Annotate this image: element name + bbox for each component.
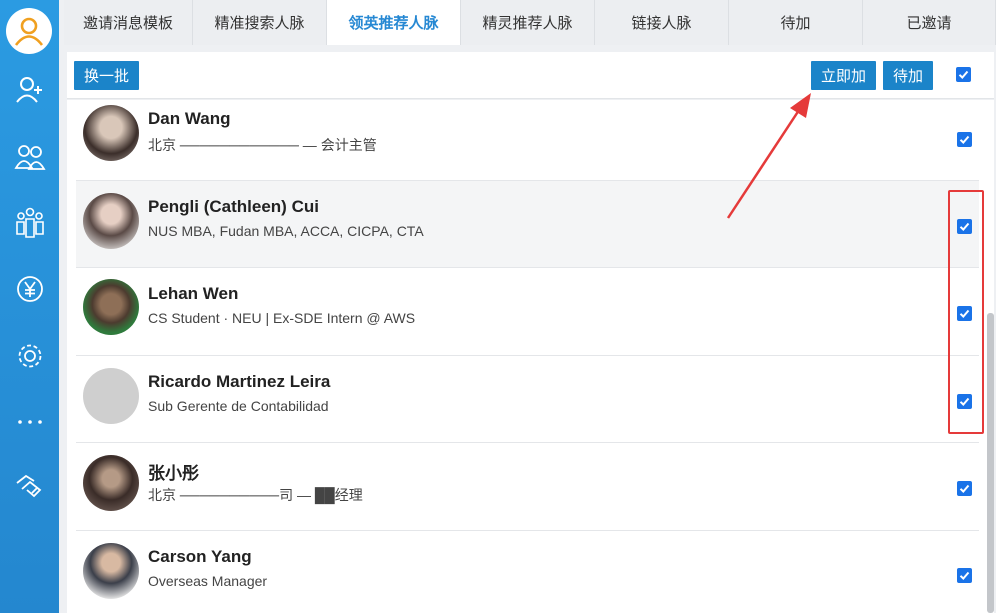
check-icon	[959, 484, 970, 493]
tab-precise-search[interactable]: 精准搜索人脉	[193, 0, 327, 45]
checkbox-highlight-box	[948, 190, 984, 434]
contacts-icon[interactable]	[0, 137, 59, 177]
contact-name: Dan Wang	[148, 109, 231, 128]
contact-name: 张小彤	[148, 464, 199, 483]
settings-icon[interactable]	[0, 336, 59, 376]
contact-name: Carson Yang	[148, 547, 252, 566]
contact-headline: Sub Gerente de Contabilidad	[148, 398, 329, 414]
avatar	[83, 279, 139, 335]
user-avatar[interactable]	[6, 8, 52, 54]
list-item[interactable]: Dan Wang 北京 ──────────── — 会计主管	[76, 100, 979, 181]
check-icon	[958, 70, 969, 79]
pending-button[interactable]: 待加	[883, 61, 933, 90]
check-icon	[959, 135, 970, 144]
contact-headline: Overseas Manager	[148, 573, 268, 589]
handshake-icon[interactable]	[0, 466, 59, 506]
contact-checkbox[interactable]	[957, 568, 972, 583]
avatar	[83, 368, 139, 424]
refresh-batch-button[interactable]: 换一批	[74, 61, 139, 90]
list-item[interactable]: 张小彤 北京 ──────────司 — ██经理	[76, 443, 979, 531]
contact-headline: CS Student · NEU | Ex-SDE Intern @ AWS	[148, 310, 416, 326]
tab-linkedin-recommended[interactable]: 领英推荐人脉	[327, 0, 461, 45]
avatar	[83, 543, 139, 599]
tab-invite-templates[interactable]: 邀请消息模板	[64, 0, 193, 45]
contact-checkbox[interactable]	[957, 481, 972, 496]
more-icon[interactable]	[0, 402, 59, 442]
tab-bar: 邀请消息模板 精准搜索人脉 领英推荐人脉 精灵推荐人脉 链接人脉 待加 已邀请	[64, 0, 996, 45]
contact-name: Pengli (Cathleen) Cui	[148, 197, 319, 216]
add-user-icon[interactable]	[0, 70, 59, 110]
list-item[interactable]: Ricardo Martinez Leira Sub Gerente de Co…	[76, 356, 979, 443]
check-icon	[959, 571, 970, 580]
select-all-checkbox[interactable]	[956, 67, 971, 82]
contact-headline: NUS MBA, Fudan MBA, ACCA, CICPA, CTA	[148, 223, 424, 239]
avatar-icon	[14, 17, 44, 46]
contact-checkbox[interactable]	[957, 132, 972, 147]
sidebar	[0, 0, 59, 613]
avatar	[83, 193, 139, 249]
contact-name: Lehan Wen	[148, 284, 239, 303]
contact-headline: 北京 ──────────── — 会计主管	[148, 137, 377, 153]
add-now-button[interactable]: 立即加	[811, 61, 876, 90]
contact-headline: 北京 ──────────司 — ██经理	[148, 487, 363, 503]
contact-list: Dan Wang 北京 ──────────── — 会计主管 Pengli (…	[67, 100, 994, 613]
tab-linked-contacts[interactable]: 链接人脉	[595, 0, 729, 45]
list-item[interactable]: Carson Yang Overseas Manager	[76, 531, 979, 613]
tab-invited[interactable]: 已邀请	[863, 0, 996, 45]
contact-name: Ricardo Martinez Leira	[148, 372, 331, 391]
scrollbar[interactable]	[987, 313, 994, 613]
tab-genie-recommended[interactable]: 精灵推荐人脉	[461, 0, 595, 45]
list-item[interactable]: Pengli (Cathleen) Cui NUS MBA, Fudan MBA…	[76, 181, 979, 268]
avatar	[83, 455, 139, 511]
toolbar: 换一批 立即加 待加	[67, 52, 994, 99]
tab-pending[interactable]: 待加	[729, 0, 863, 45]
list-item[interactable]: Lehan Wen CS Student · NEU | Ex-SDE Inte…	[76, 268, 979, 356]
yuan-icon[interactable]	[0, 269, 59, 309]
avatar	[83, 105, 139, 161]
group-icon[interactable]	[0, 202, 59, 242]
